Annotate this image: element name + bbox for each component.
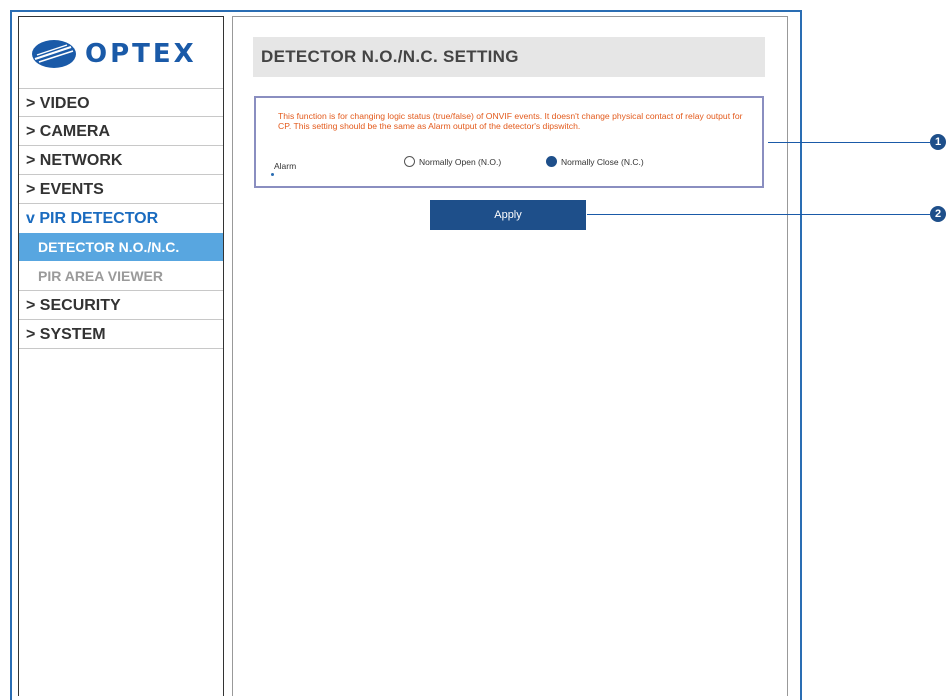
- notice-text: This function is for changing logic stat…: [278, 111, 743, 131]
- callout-line-1: [768, 142, 930, 143]
- sidebar-item-network[interactable]: > NETWORK: [19, 146, 223, 175]
- page-title-bar: DETECTOR N.O./N.C. SETTING: [253, 37, 765, 77]
- radio-normally-open[interactable]: Normally Open (N.O.): [404, 156, 501, 167]
- sidebar-item-system[interactable]: > SYSTEM: [19, 320, 223, 349]
- radio-normally-close[interactable]: Normally Close (N.C.): [546, 156, 644, 167]
- optex-logo-icon: [32, 40, 76, 68]
- main-content: DETECTOR N.O./N.C. SETTING This function…: [232, 16, 788, 696]
- sidebar: OPTEX > VIDEO > CAMERA > NETWORK > EVENT…: [18, 16, 224, 696]
- logo-text: OPTEX: [85, 39, 197, 69]
- bullet-dot: [271, 173, 274, 176]
- sidebar-item-pir-detector[interactable]: v PIR DETECTOR: [19, 204, 223, 233]
- callout-badge-1: 1: [930, 134, 946, 150]
- radio-label-no: Normally Open (N.O.): [419, 156, 502, 167]
- sidebar-item-security[interactable]: > SECURITY: [19, 291, 223, 320]
- optex-logo: OPTEX: [31, 37, 211, 71]
- sidebar-item-camera[interactable]: > CAMERA: [19, 117, 223, 146]
- radio-unchecked-icon[interactable]: [404, 156, 415, 167]
- callout-line-2: [587, 214, 930, 215]
- radio-label-nc: Normally Close (N.C.): [561, 156, 644, 167]
- sidebar-item-pir-area-viewer[interactable]: PIR AREA VIEWER: [19, 262, 223, 291]
- apply-button[interactable]: Apply: [430, 200, 586, 230]
- sidebar-item-video[interactable]: > VIDEO: [19, 88, 223, 117]
- setting-panel: This function is for changing logic stat…: [254, 96, 764, 188]
- sidebar-item-detector-no-nc[interactable]: DETECTOR N.O./N.C.: [19, 233, 223, 262]
- alarm-label: Alarm: [274, 161, 297, 171]
- sidebar-menu: > VIDEO > CAMERA > NETWORK > EVENTS v PI…: [19, 88, 223, 349]
- sidebar-item-events[interactable]: > EVENTS: [19, 175, 223, 204]
- callout-badge-2: 2: [930, 206, 946, 222]
- radio-checked-icon[interactable]: [546, 156, 557, 167]
- page-title: DETECTOR N.O./N.C. SETTING: [261, 47, 519, 66]
